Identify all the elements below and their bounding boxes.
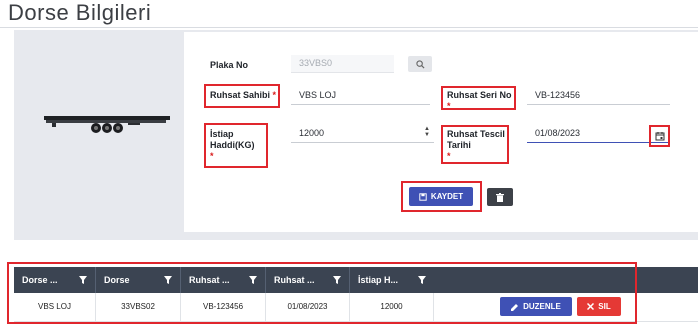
istiap-label-line2: Haddi(KG) [210,140,255,150]
search-icon [415,59,425,69]
ruhsat-sahibi-label-text: Ruhsat Sahibi [210,90,271,100]
calendar-button[interactable] [650,126,670,146]
ruhsat-sahibi-input[interactable]: VBS LOJ [291,87,430,105]
istiap-label: İstiap Haddi(KG) * [210,129,255,162]
delete-form-button[interactable] [487,188,513,206]
ruhsat-seri-label: Ruhsat Seri No * [447,90,512,112]
ruhsat-sahibi-label: Ruhsat Sahibi * [210,90,276,101]
required-mark: * [272,90,277,100]
required-mark: * [447,151,451,161]
tescil-label: Ruhsat Tescil Tarihi * [447,129,505,162]
stepper-down-icon[interactable]: ▼ [423,132,431,138]
tescil-label-line2: Tarihi [447,140,471,150]
ruhsat-seri-label-text: Ruhsat Seri No [447,90,512,100]
save-icon [419,192,427,201]
tescil-label-line1: Ruhsat Tescil [447,129,505,139]
save-button-label: KAYDET [430,192,464,201]
save-button[interactable]: KAYDET [409,187,473,206]
required-mark: * [210,151,214,161]
trash-icon [496,192,504,202]
istiap-label-line1: İstiap [210,129,234,139]
title-divider [0,27,698,28]
istiap-stepper[interactable]: ▲ ▼ [423,126,431,140]
plaka-search-button[interactable] [408,56,432,72]
plaka-label: Plaka No [210,60,249,70]
required-mark: * [447,101,451,111]
calendar-icon [655,132,665,141]
page-title: Dorse Bilgileri [8,0,152,25]
istiap-input[interactable]: 12000 [291,125,434,143]
ruhsat-seri-input[interactable]: VB-123456 [527,87,670,105]
plaka-input[interactable]: 33VBS0 [291,55,394,73]
grid-highlight [7,262,637,324]
trailer-image [44,116,170,133]
